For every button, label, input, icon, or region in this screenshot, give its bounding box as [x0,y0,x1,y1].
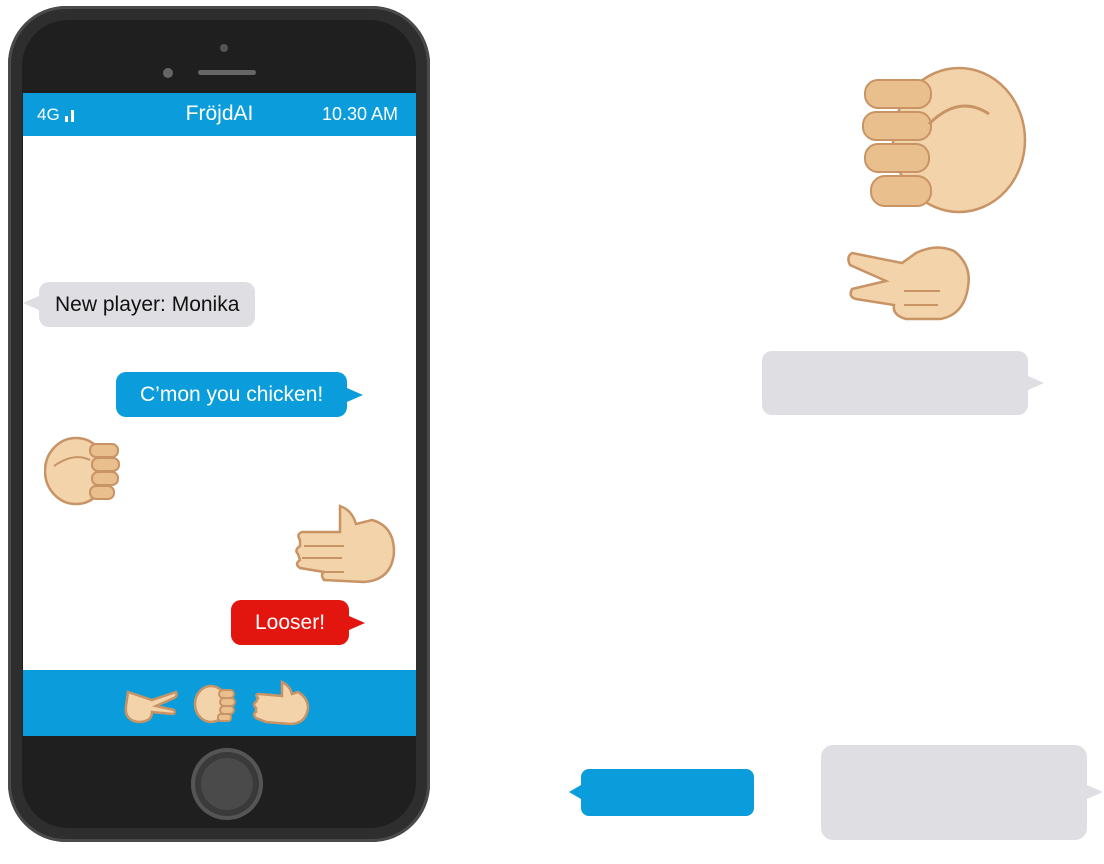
message-text: New player: Monika [39,282,256,327]
rock-icon[interactable] [193,684,237,728]
home-button-inner [201,758,253,810]
message-text: Looser! [231,600,350,645]
large-scissors-icon [846,243,974,327]
phone-screen: 4G FröjdAI 10.30 AM New player: Monika C… [23,93,416,736]
empty-bubble-blue [569,769,754,816]
message-outgoing-alert: Looser! [231,600,366,645]
rock-icon [43,436,122,510]
paper-icon[interactable] [252,679,312,730]
message-outgoing: C’mon you chicken! [116,372,364,417]
earpiece-speaker [198,70,256,75]
empty-bubble-grey-large [821,745,1103,840]
front-camera [220,44,228,52]
sensor [163,68,173,78]
paper-icon [294,502,398,590]
home-button[interactable] [191,748,263,820]
status-bar: 4G FröjdAI 10.30 AM [23,93,416,136]
choice-bar [23,670,416,736]
empty-bubble-grey [762,351,1044,415]
message-text: C’mon you chicken! [116,372,348,417]
scissors-icon[interactable] [122,688,178,728]
large-rock-icon [859,64,1029,220]
message-incoming: New player: Monika [23,282,256,327]
clock: 10.30 AM [321,104,398,124]
